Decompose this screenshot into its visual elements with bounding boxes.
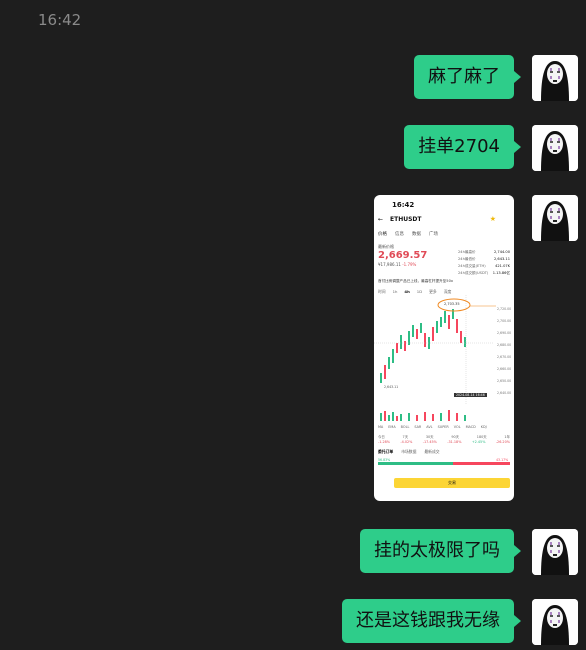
indicator-sar[interactable]: SAR xyxy=(414,425,421,429)
indicator-kdj[interactable]: KDJ xyxy=(481,425,487,429)
message-row: 挂的太极限了吗 xyxy=(360,529,578,575)
status-time: 16:42 xyxy=(392,201,415,209)
buy-sell-ratio-bar xyxy=(378,462,510,465)
no-face-avatar-icon xyxy=(532,529,578,575)
no-face-avatar-icon xyxy=(532,599,578,645)
message-row: 还是这钱跟我无缘 xyxy=(342,599,578,645)
avatar[interactable] xyxy=(532,529,578,575)
message-row: 16:42 ETHUSDT ← ★ 价格 信息 数据 广场 最新价格 2,669… xyxy=(374,195,578,501)
chart-caption: 2024-08-14 16:46 xyxy=(454,393,487,397)
tab-data[interactable]: 数据 xyxy=(412,231,421,237)
indicator-tabs: MA EMA BOLL SAR AVL SUPER VOL MACD KDJ xyxy=(378,425,487,429)
change-periods: 今日 7天 30天 90天 180天 1年 xyxy=(378,435,510,439)
no-face-avatar-icon xyxy=(532,125,578,171)
sell-ratio: 43.17% xyxy=(496,458,509,462)
tab-orders[interactable]: 委托订单 xyxy=(378,449,393,455)
last-price: 2,669.57 xyxy=(378,250,428,261)
tab-info[interactable]: 信息 xyxy=(395,231,404,237)
indicator-boll[interactable]: BOLL xyxy=(401,425,410,429)
order-tabs: 委托订单 市场数据 最新成交 xyxy=(378,449,440,455)
message-row: 挂单2704 xyxy=(404,125,578,171)
indicator-super[interactable]: SUPER xyxy=(438,425,449,429)
indicator-macd[interactable]: MACD xyxy=(466,425,476,429)
avatar[interactable] xyxy=(532,55,578,101)
indicator-avl[interactable]: AVL xyxy=(426,425,432,429)
trade-button[interactable]: 交易 xyxy=(394,478,510,488)
tab-latest-trades[interactable]: 最新成交 xyxy=(424,449,439,455)
change-values: -1.28% -4.02% -17.45% -31.18% +2.45% -26.20% xyxy=(378,440,510,444)
avatar[interactable] xyxy=(532,125,578,171)
timestamp: 16:42 xyxy=(38,11,82,29)
buy-ratio: 56.83% xyxy=(378,458,391,462)
tab-square[interactable]: 广场 xyxy=(429,231,438,237)
tab-market-data[interactable]: 市场数据 xyxy=(401,449,416,455)
back-icon[interactable]: ← xyxy=(378,216,383,223)
indicator-ma[interactable]: MA xyxy=(378,425,383,429)
low-mark: 2,643.11 xyxy=(384,385,399,389)
chat-bubble[interactable]: 还是这钱跟我无缘 xyxy=(342,599,521,643)
indicator-vol[interactable]: VOL xyxy=(454,425,461,429)
tab-price[interactable]: 价格 xyxy=(378,231,387,237)
cny-price: ¥17,986.11 -1.79% xyxy=(378,262,417,267)
y-axis-ticks: 2,720.00 2,700.00 2,690.00 2,680.00 2,67… xyxy=(497,307,512,395)
pair-name: ETHUSDT xyxy=(390,216,422,223)
no-face-avatar-icon xyxy=(532,55,578,101)
stats-block: 24h最高价 2,744.00 24h最低价 2,643.11 24h成交量(ETH… xyxy=(458,250,510,275)
screenshot-image[interactable]: 16:42 ETHUSDT ← ★ 价格 信息 数据 广场 最新价格 2,669… xyxy=(374,195,514,501)
order-price-mark: 2,703.35 xyxy=(444,302,460,306)
chat-bubble[interactable]: 挂单2704 xyxy=(404,125,521,169)
message-row: 麻了麻了 xyxy=(414,55,578,101)
notice-text: 首付比例调整产品已上线，最高杠杆提升至50x xyxy=(378,279,453,283)
no-face-avatar-icon xyxy=(532,195,578,241)
chat-bubble[interactable]: 麻了麻了 xyxy=(414,55,521,99)
avatar[interactable] xyxy=(532,599,578,645)
avatar[interactable] xyxy=(532,195,578,241)
volume-bars xyxy=(380,410,466,421)
top-tabs: 价格 信息 数据 广场 xyxy=(378,231,438,237)
indicator-ema[interactable]: EMA xyxy=(388,425,395,429)
star-icon[interactable]: ★ xyxy=(490,215,496,223)
chat-bubble[interactable]: 挂的太极限了吗 xyxy=(360,529,521,573)
